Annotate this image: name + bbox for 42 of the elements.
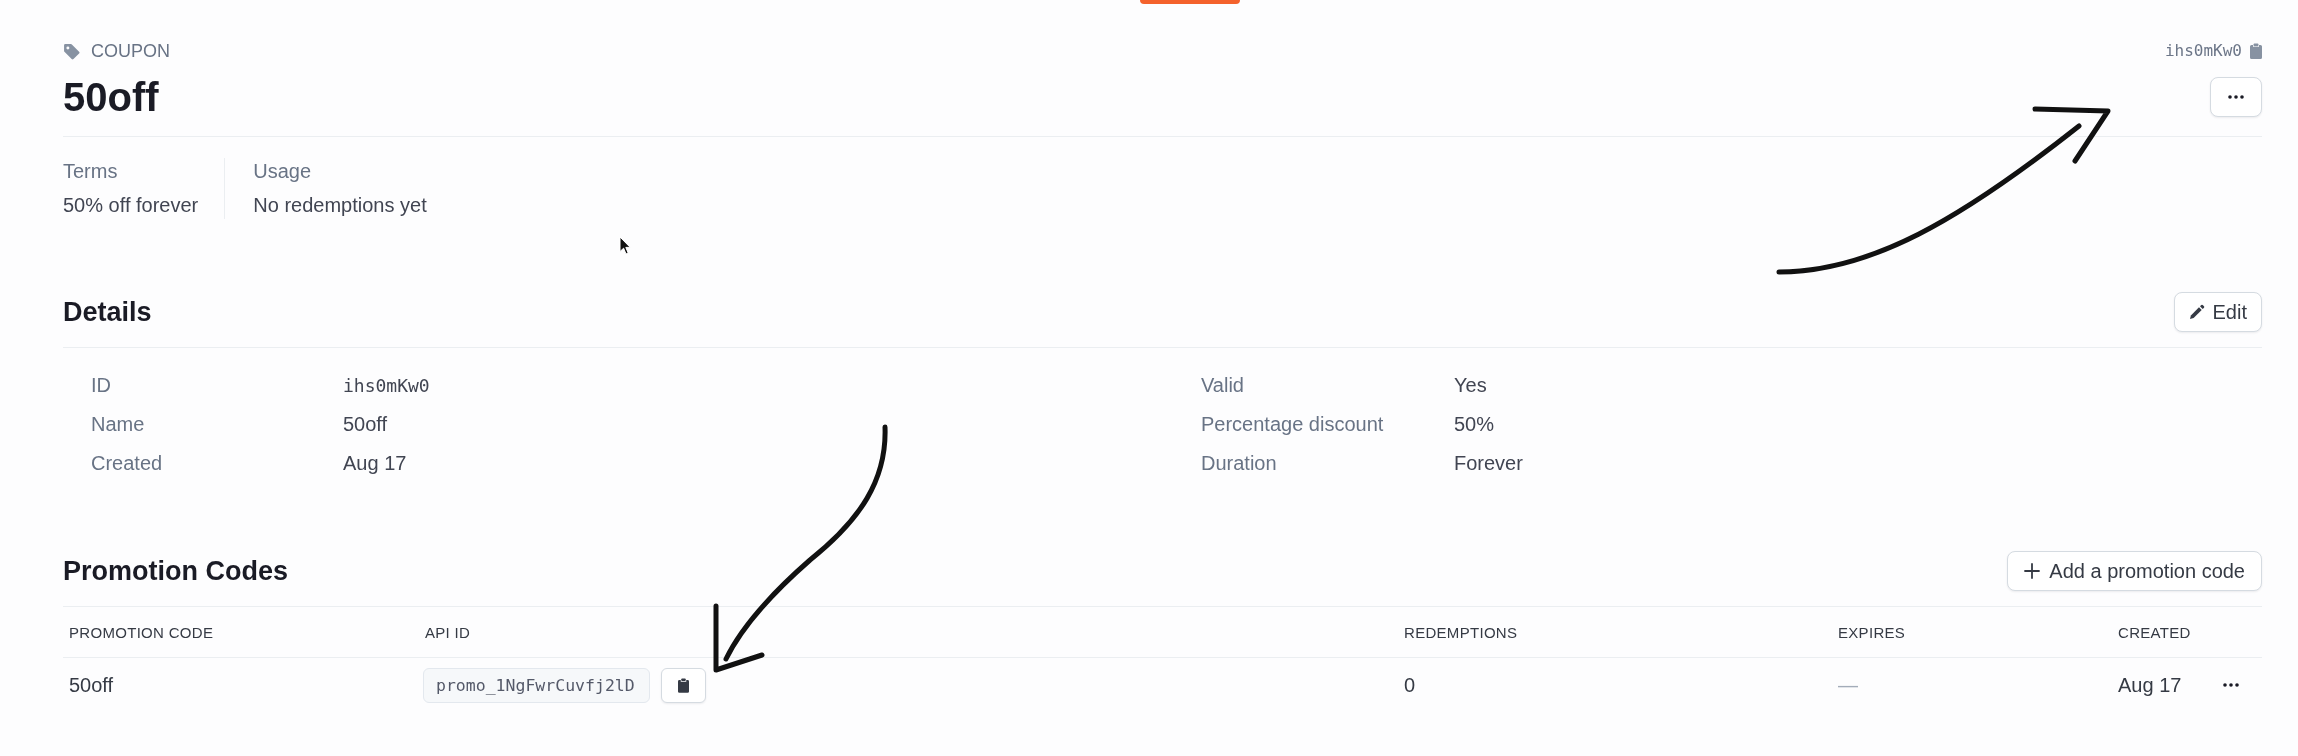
clipboard-icon[interactable] [2250,43,2262,59]
ellipsis-icon [2223,683,2239,687]
detail-value: Yes [1454,374,1487,397]
table-cell: 50off [69,673,114,697]
detail-label: Percentage discount [1201,413,1384,436]
column-header: REDEMPTIONS [1404,623,1518,641]
detail-value: 50% [1454,413,1495,436]
coupon-id: ihs0mKw0 [2164,40,2242,62]
summary-label: Usage [253,159,312,184]
object-type-label: COUPON [91,40,170,62]
tag-icon [63,42,80,60]
column-header: API ID [425,623,471,641]
detail-value: 50off [343,413,388,436]
detail-value: Aug 17 [343,452,407,475]
detail-label: Duration [1201,452,1277,475]
section-title: Details [63,296,152,328]
column-header: PROMOTION CODE [69,623,214,641]
coupon-title: 50off [63,74,159,120]
column-header: CREATED [2118,623,2191,641]
column-header: EXPIRES [1838,623,1906,641]
plus-icon [2024,563,2041,579]
detail-value: ihs0mKw0 [343,375,430,396]
detail-label: Valid [1201,374,1244,397]
section-title: Promotion Codes [63,555,288,587]
summary-value: No redemptions yet [253,193,427,218]
pencil-icon [2188,304,2205,320]
mouse-pointer-icon [619,236,631,255]
table-cell: Aug 17 [2118,673,2182,697]
api-id-field[interactable]: promo_1NgFwrCuvfj2lD [423,667,650,703]
detail-label: Name [91,413,145,436]
detail-value: Forever [1454,452,1523,475]
clipboard-icon [677,677,689,693]
table-cell: 0 [1404,673,1416,697]
add-promotion-code-button[interactable]: Add a promotion code [2007,551,2262,591]
summary-value: 50% off forever [63,193,199,218]
edit-button[interactable]: Edit [2173,292,2262,332]
table-cell: — [1838,673,1858,697]
detail-label: Created [91,452,163,475]
detail-label: ID [91,374,111,397]
ellipsis-icon [2228,95,2244,99]
copy-button[interactable] [660,667,706,703]
summary-label: Terms [63,159,118,184]
